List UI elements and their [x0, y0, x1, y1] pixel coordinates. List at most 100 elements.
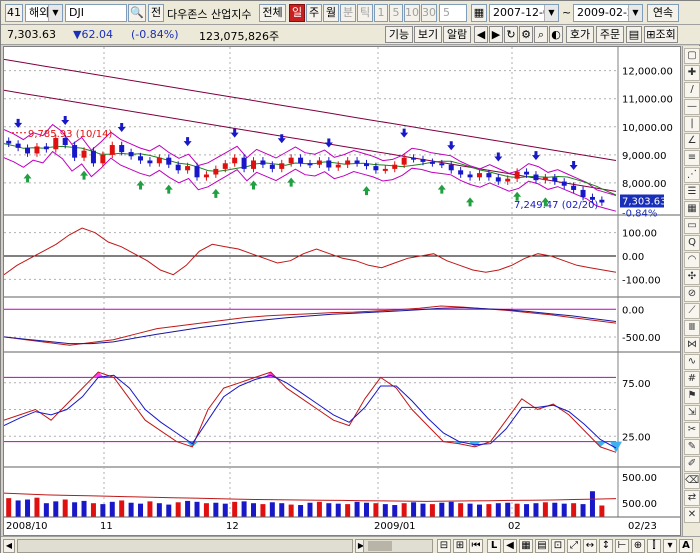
last-button[interactable]: L	[487, 539, 501, 553]
volume-bar	[15, 500, 21, 517]
view-button[interactable]: 보기	[414, 26, 442, 43]
print-button[interactable]: ▤	[626, 26, 642, 43]
zoom-slider[interactable]	[363, 539, 433, 553]
candle-body	[298, 157, 304, 164]
all-button[interactable]: 전체	[259, 4, 286, 22]
calendar-button[interactable]: ▦	[471, 4, 487, 22]
gann-tool-icon[interactable]: ✣	[684, 269, 700, 285]
symbol-input[interactable]: DJI	[65, 4, 127, 22]
continuous-button[interactable]: 연속	[647, 4, 679, 22]
prev-button[interactable]: ◀	[503, 539, 517, 553]
nav-left-button[interactable]: ◀	[474, 26, 488, 43]
vline-tool-icon[interactable]: |	[684, 116, 700, 132]
wave-tool-icon[interactable]: ∿	[684, 354, 700, 370]
alarm-button[interactable]: 알람	[443, 26, 471, 43]
buy-arrow-icon	[80, 170, 89, 180]
crosshair-button[interactable]: ⊕	[631, 539, 645, 553]
interval-30-button[interactable]: 30	[421, 4, 437, 22]
fan-tool-icon[interactable]: ⋰	[684, 167, 700, 183]
function-button[interactable]: 기능	[385, 26, 413, 43]
grid-button[interactable]: ▦	[519, 539, 533, 553]
speed-tool-icon[interactable]: ⟋	[684, 303, 700, 319]
group-number-button[interactable]: 41	[5, 4, 23, 22]
candle-body	[335, 164, 341, 168]
zoom-button[interactable]: ⌕	[534, 26, 548, 43]
angle-tool-icon[interactable]: ∠	[684, 133, 700, 149]
text-tool-icon[interactable]: Q	[684, 235, 700, 251]
interval-10-button[interactable]: 10	[404, 4, 420, 22]
arc-tool-icon[interactable]: ◠	[684, 252, 700, 268]
flag-tool-icon[interactable]: ⚑	[684, 388, 700, 404]
nav-right-button[interactable]: ▶	[489, 26, 503, 43]
candle-body	[288, 157, 294, 164]
interval-5-button[interactable]: 5	[389, 4, 403, 22]
eraser-tool-icon[interactable]: ⌫	[684, 473, 700, 489]
period-tick-button[interactable]: 틱	[357, 4, 373, 22]
volume-bar	[288, 504, 294, 517]
osc-line	[3, 227, 617, 276]
search-button[interactable]: 🔍	[128, 4, 146, 22]
measure-tool-icon[interactable]: ⇲	[684, 405, 700, 421]
scroll-left-button[interactable]: ◀	[3, 539, 15, 553]
lookup-button[interactable]: ⊞조회	[644, 26, 678, 43]
color-button[interactable]: ◐	[549, 26, 563, 43]
market-select[interactable]: 해외 ▼	[25, 4, 63, 22]
first-button[interactable]: ⏮	[469, 539, 483, 553]
bottom-bar: ◀ ▶ ⊟ ⊞ ⏮ L ◀ ▦ ▤ ⊡ ⤢ ↔ ↕ ⊢ ⊕ ⫿ ▾ A	[1, 536, 700, 553]
chart-svg[interactable]: 12,000.00 11,000.00 10,000.00 9,000.00 8,000…	[3, 47, 680, 535]
period-week-button[interactable]: 주	[306, 4, 322, 22]
quote-button[interactable]: 호가	[566, 26, 594, 43]
channel-tool-icon[interactable]: ≡	[684, 150, 700, 166]
candle-body	[81, 150, 87, 158]
hsize-button[interactable]: ↔	[583, 539, 597, 553]
pattern-tool-icon[interactable]: ⋈	[684, 337, 700, 353]
volume-bar	[580, 504, 586, 517]
delete-tool-icon[interactable]: ✕	[684, 507, 700, 523]
stretch-button[interactable]: ⊞	[453, 539, 467, 553]
gear-icon: ⚙	[521, 28, 531, 41]
cut-tool-icon[interactable]: ✂	[684, 422, 700, 438]
table-button[interactable]: ▤	[535, 539, 549, 553]
axis-button[interactable]: ⫿	[647, 539, 661, 553]
pencil-tool-icon[interactable]: ✎	[684, 439, 700, 455]
interval-input[interactable]: 5	[439, 4, 467, 22]
candle-body	[128, 152, 134, 157]
mirror-tool-icon[interactable]: ⇄	[684, 490, 700, 506]
expand-button[interactable]: ⤢	[567, 539, 581, 553]
pointer-tool-icon[interactable]: ▢	[684, 48, 700, 64]
horizontal-scrollbar[interactable]	[17, 539, 353, 553]
grid-tool-icon[interactable]: ▦	[684, 201, 700, 217]
candle-body	[542, 177, 548, 181]
auto-button[interactable]: A	[679, 539, 693, 553]
date-to-select[interactable]: 2009-02-24 ▼	[573, 4, 643, 22]
vsize-button[interactable]: ↕	[599, 539, 613, 553]
cross-tool-icon[interactable]: ✚	[684, 65, 700, 81]
minimize-button[interactable]: ▾	[663, 539, 677, 553]
interval-1-button[interactable]: 1	[374, 4, 388, 22]
order-button[interactable]: 주문	[596, 26, 624, 43]
grid2-tool-icon[interactable]: #	[684, 371, 700, 387]
volume-bar	[467, 503, 473, 517]
refresh-button[interactable]: ↻	[504, 26, 518, 43]
candle-body	[382, 168, 388, 171]
fibo-tool-icon[interactable]: ☰	[684, 184, 700, 200]
candle-body	[100, 154, 106, 164]
date-from-select[interactable]: 2007-12-02 ▼	[489, 4, 559, 22]
rect-tool-icon[interactable]: ▭	[684, 218, 700, 234]
period-month-button[interactable]: 월	[323, 4, 339, 22]
scale-button[interactable]: ⊡	[551, 539, 565, 553]
period-day-button[interactable]: 일	[289, 4, 305, 22]
dim-button[interactable]: ⊢	[615, 539, 629, 553]
hline-tool-icon[interactable]: —	[684, 99, 700, 115]
brush-tool-icon[interactable]: ✐	[684, 456, 700, 472]
cycle-tool-icon[interactable]: ⊘	[684, 286, 700, 302]
volume-bar	[420, 503, 426, 517]
chart-area[interactable]: 12,000.00 11,000.00 10,000.00 9,000.00 8,000…	[3, 46, 681, 536]
crosshair-icon: ⊕	[633, 540, 643, 551]
bars-tool-icon[interactable]: Ⅲ	[684, 320, 700, 336]
settings-button[interactable]: ⚙	[519, 26, 533, 43]
period-minute-button[interactable]: 분	[340, 4, 356, 22]
jeon-button[interactable]: 전	[148, 4, 164, 22]
trendline-tool-icon[interactable]: /	[684, 82, 700, 98]
shrink-button[interactable]: ⊟	[437, 539, 451, 553]
